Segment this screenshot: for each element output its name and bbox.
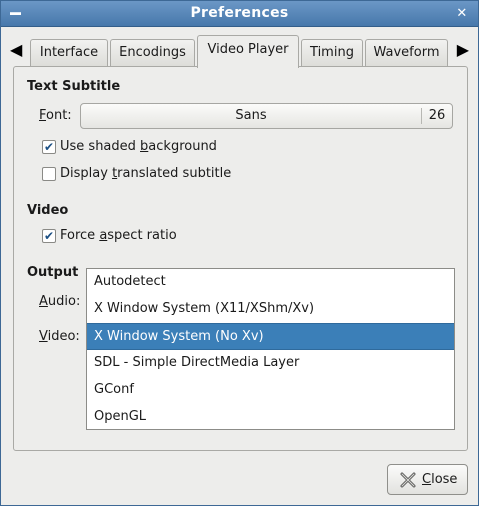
tab-label: Video Player	[207, 42, 289, 57]
option-autodetect[interactable]: Autodetect	[87, 269, 454, 296]
close-x-icon	[399, 471, 417, 489]
shaded-background-checkbox[interactable]: ✔ Use shaded background	[42, 138, 242, 156]
tab-video-player[interactable]: Video Player	[197, 35, 299, 68]
tab-timing[interactable]: Timing	[301, 39, 363, 67]
shaded-background-label: Use shaded background	[60, 139, 217, 154]
tab-label: Waveform	[373, 45, 440, 60]
checkbox-unchecked-icon	[42, 167, 56, 181]
audio-label: Audio:	[39, 294, 81, 309]
option-opengl[interactable]: OpenGL	[87, 404, 454, 431]
close-button-label: Close	[422, 472, 458, 487]
option-x-no-xv[interactable]: X Window System (No Xv)	[87, 323, 454, 350]
checkbox-checked-icon: ✔	[42, 229, 56, 243]
tab-interface[interactable]: Interface	[30, 39, 108, 67]
text-subtitle-heading: Text Subtitle	[27, 79, 121, 94]
window-menu-icon[interactable]	[7, 6, 23, 22]
video-output-dropdown-list[interactable]: Autodetect X Window System (X11/XShm/Xv)…	[86, 268, 455, 430]
translated-subtitle-checkbox[interactable]: Display translated subtitle	[42, 165, 242, 183]
tab-label: Timing	[310, 45, 354, 60]
arrow-left-icon[interactable]: ◀	[10, 38, 22, 62]
font-label: Font:	[39, 108, 72, 123]
titlebar[interactable]: Preferences ✕	[1, 1, 478, 27]
tab-encodings[interactable]: Encodings	[110, 39, 195, 67]
font-name: Sans	[235, 108, 267, 123]
video-output-label: Video:	[39, 329, 80, 344]
output-heading: Output	[27, 265, 79, 280]
tab-label: Interface	[39, 45, 99, 60]
preferences-dialog: Preferences ✕ ◀ Interface Encodings Vide…	[0, 0, 479, 506]
checkbox-checked-icon: ✔	[42, 140, 56, 154]
force-aspect-ratio-checkbox[interactable]: ✔ Force aspect ratio	[42, 227, 222, 245]
option-x11-xshm-xv[interactable]: X Window System (X11/XShm/Xv)	[87, 296, 454, 323]
arrow-right-icon[interactable]: ▶	[457, 38, 469, 62]
window-close-icon[interactable]: ✕	[454, 6, 470, 22]
tab-waveform[interactable]: Waveform	[365, 39, 448, 67]
tab-bar: ◀ Interface Encodings Video Player Timin…	[1, 35, 478, 68]
option-sdl[interactable]: SDL - Simple DirectMedia Layer	[87, 350, 454, 377]
force-aspect-ratio-label: Force aspect ratio	[60, 228, 177, 243]
window-title: Preferences	[190, 5, 289, 21]
option-gconf[interactable]: GConf	[87, 377, 454, 404]
translated-subtitle-label: Display translated subtitle	[60, 166, 232, 181]
tab-label: Encodings	[119, 45, 186, 60]
font-picker-button[interactable]: Sans 26	[80, 103, 453, 129]
close-button[interactable]: Close	[387, 464, 468, 495]
video-heading: Video	[27, 203, 69, 218]
video-player-panel: Text Subtitle Font: Sans 26 ✔ Use shaded…	[13, 66, 468, 451]
font-size: 26	[428, 108, 446, 123]
